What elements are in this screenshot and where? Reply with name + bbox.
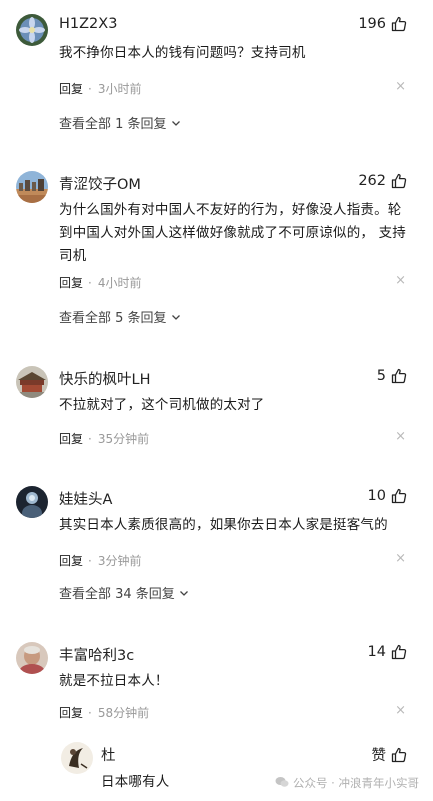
watermark: 公众号 · 冲浪青年小实哥 [275,775,419,791]
dismiss-icon[interactable]: × [395,429,406,444]
chevron-down-icon [178,587,190,599]
separator-dot: · [88,431,92,446]
view-all-label: 查看全部 1 条回复 [59,117,167,132]
separator-dot: · [88,705,92,720]
dismiss-icon[interactable]: × [395,79,406,94]
timestamp: 3分钟前 [97,554,142,568]
timestamp: 35分钟前 [97,432,150,446]
reply-button[interactable]: 回复 [59,552,83,569]
user-avatar[interactable] [61,742,93,774]
like-button[interactable]: 5 [377,368,407,384]
comment-text: 就是不拉日本人！ [59,673,169,689]
like-count: 10 [367,488,386,504]
like-count: 14 [367,644,386,660]
like-button[interactable]: 赞 [372,744,408,765]
comment-text: 我不挣你日本人的钱有问题吗？支持司机 [59,45,306,61]
timestamp: 3小时前 [97,82,142,96]
chevron-down-icon [170,311,182,323]
thumbs-up-icon [391,368,407,384]
comment-meta: 回复 · 4小时前 [59,274,141,291]
separator-dot: · [88,553,92,568]
watermark-text: 公众号 · 冲浪青年小实哥 [293,776,419,790]
username[interactable]: 青涩饺子OM [59,173,141,194]
user-avatar[interactable] [16,642,48,674]
dismiss-icon[interactable]: × [395,703,406,718]
comment-meta: 回复 · 35分钟前 [59,430,149,447]
username[interactable]: H1Z2X3 [59,16,117,32]
view-all-replies-button[interactable]: 查看全部 34 条回复 [59,583,190,602]
comment-text: 为什么国外有对中国人不友好的行为，好像没人指责。轮到中国人对外国人这样做好像就成… [59,202,406,264]
username[interactable]: 杜 [101,744,116,765]
user-avatar[interactable] [16,171,48,203]
like-button[interactable]: 196 [358,16,407,32]
view-all-label: 查看全部 34 条回复 [59,587,175,602]
thumbs-up-icon [391,747,407,763]
thumbs-up-icon [391,488,407,504]
like-count: 196 [358,16,386,32]
user-avatar[interactable] [16,14,48,46]
username[interactable]: 丰富哈利3c [59,644,134,665]
like-count: 5 [376,368,386,384]
view-all-replies-button[interactable]: 查看全部 1 条回复 [59,113,182,132]
like-count: 262 [358,173,386,189]
like-button[interactable]: 14 [368,644,407,660]
comment-meta: 回复 · 58分钟前 [59,704,149,721]
comment-meta: 回复 · 3小时前 [59,80,141,97]
timestamp: 4小时前 [97,276,142,290]
separator-dot: · [88,275,92,290]
like-button[interactable]: 262 [358,173,407,189]
thumbs-up-icon [391,644,407,660]
comment-meta: 回复 · 3分钟前 [59,552,141,569]
wechat-icon [275,776,289,791]
dismiss-icon[interactable]: × [395,551,406,566]
comment-text: 日本哪有人 [101,774,170,790]
chevron-down-icon [170,117,182,129]
user-avatar[interactable] [16,486,48,518]
timestamp: 58分钟前 [97,706,150,720]
comment-text: 不拉就对了，这个司机做的太对了 [59,397,265,413]
dismiss-icon[interactable]: × [395,273,406,288]
reply-button[interactable]: 回复 [59,704,83,721]
comment-text: 其实日本人素质很高的，如果你去日本人家是挺客气的 [59,517,388,533]
username[interactable]: 娃娃头A [59,488,112,509]
thumbs-up-icon [391,16,407,32]
view-all-replies-button[interactable]: 查看全部 5 条回复 [59,307,182,326]
like-label: 赞 [371,748,387,764]
user-avatar[interactable] [16,366,48,398]
reply-button[interactable]: 回复 [59,80,83,97]
separator-dot: · [88,81,92,96]
reply-button[interactable]: 回复 [59,430,83,447]
like-button[interactable]: 10 [368,488,407,504]
thumbs-up-icon [391,173,407,189]
view-all-label: 查看全部 5 条回复 [59,311,167,326]
reply-button[interactable]: 回复 [59,274,83,291]
username[interactable]: 快乐的枫叶LH [59,368,150,389]
